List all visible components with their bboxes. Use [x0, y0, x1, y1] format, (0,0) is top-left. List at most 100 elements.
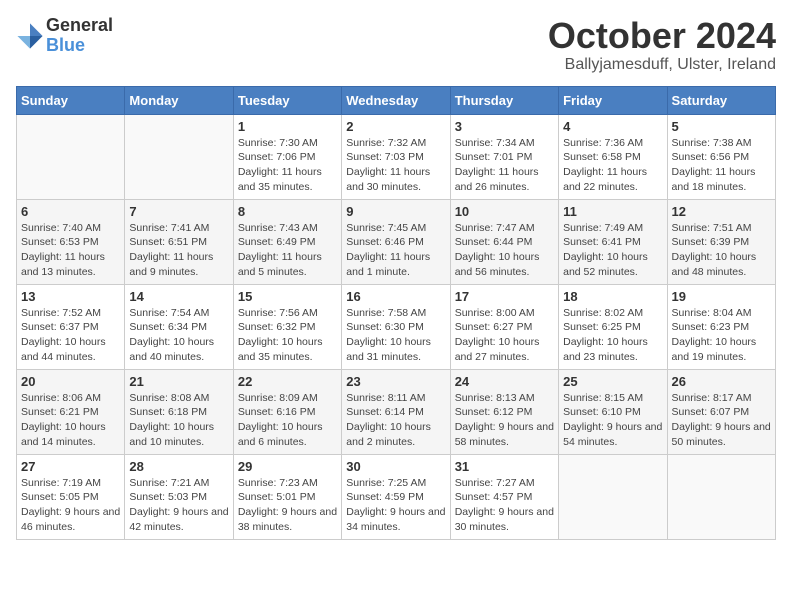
day-info: Sunrise: 8:11 AM Sunset: 6:14 PM Dayligh… — [346, 391, 445, 450]
calendar-cell — [17, 114, 125, 199]
day-info: Sunrise: 7:43 AM Sunset: 6:49 PM Dayligh… — [238, 221, 337, 280]
logo-icon — [16, 22, 44, 50]
calendar-cell: 17Sunrise: 8:00 AM Sunset: 6:27 PM Dayli… — [450, 284, 558, 369]
day-number: 9 — [346, 204, 445, 219]
day-number: 28 — [129, 459, 228, 474]
calendar-cell: 25 Sunrise: 8:15 AM Sunset: 6:10 PM Dayli… — [559, 369, 667, 454]
day-info: Sunrise: 7:23 AM Sunset: 5:01 PM Dayligh… — [238, 476, 337, 535]
calendar-cell: 18Sunrise: 8:02 AM Sunset: 6:25 PM Dayli… — [559, 284, 667, 369]
calendar-cell: 4Sunrise: 7:36 AM Sunset: 6:58 PM Daylig… — [559, 114, 667, 199]
title-area: October 2024 Ballyjamesduff, Ulster, Ire… — [548, 16, 776, 74]
day-info: Sunrise: 7:40 AM Sunset: 6:53 PM Dayligh… — [21, 221, 120, 280]
day-info: Sunrise: 8:15 AM Sunset: 6:10 PM Dayligh… — [563, 391, 662, 450]
day-number: 25 — [563, 374, 662, 389]
day-info: Sunrise: 7:45 AM Sunset: 6:46 PM Dayligh… — [346, 221, 445, 280]
calendar-cell: 29 Sunrise: 7:23 AM Sunset: 5:01 PM Dayli… — [233, 454, 341, 539]
calendar-cell: 6 Sunrise: 7:40 AM Sunset: 6:53 PM Daylig… — [17, 199, 125, 284]
day-number: 22 — [238, 374, 337, 389]
day-of-week-header: Wednesday — [342, 86, 450, 114]
logo-blue: Blue — [46, 36, 113, 56]
day-of-week-header: Tuesday — [233, 86, 341, 114]
day-info: Sunrise: 7:19 AM Sunset: 5:05 PM Dayligh… — [21, 476, 120, 535]
day-info: Sunrise: 7:52 AM Sunset: 6:37 PM Dayligh… — [21, 306, 120, 365]
day-info: Sunrise: 7:30 AM Sunset: 7:06 PM Dayligh… — [238, 136, 337, 195]
calendar-cell: 20Sunrise: 8:06 AM Sunset: 6:21 PM Dayli… — [17, 369, 125, 454]
calendar-header-row: SundayMondayTuesdayWednesdayThursdayFrid… — [17, 86, 776, 114]
day-of-week-header: Friday — [559, 86, 667, 114]
day-number: 18 — [563, 289, 662, 304]
logo-text: General Blue — [46, 16, 113, 56]
calendar-cell: 14Sunrise: 7:54 AM Sunset: 6:34 PM Dayli… — [125, 284, 233, 369]
day-number: 15 — [238, 289, 337, 304]
calendar-table: SundayMondayTuesdayWednesdayThursdayFrid… — [16, 86, 776, 540]
day-number: 6 — [21, 204, 120, 219]
day-info: Sunrise: 7:32 AM Sunset: 7:03 PM Dayligh… — [346, 136, 445, 195]
day-info: Sunrise: 8:09 AM Sunset: 6:16 PM Dayligh… — [238, 391, 337, 450]
calendar-cell: 31 Sunrise: 7:27 AM Sunset: 4:57 PM Dayli… — [450, 454, 558, 539]
day-number: 7 — [129, 204, 228, 219]
day-number: 30 — [346, 459, 445, 474]
calendar-cell: 30Sunrise: 7:25 AM Sunset: 4:59 PM Dayli… — [342, 454, 450, 539]
calendar-week-row: 27Sunrise: 7:19 AM Sunset: 5:05 PM Dayli… — [17, 454, 776, 539]
calendar-cell — [559, 454, 667, 539]
day-number: 31 — [455, 459, 554, 474]
calendar-cell: 11Sunrise: 7:49 AM Sunset: 6:41 PM Dayli… — [559, 199, 667, 284]
calendar-cell: 16 Sunrise: 7:58 AM Sunset: 6:30 PM Dayli… — [342, 284, 450, 369]
day-number: 29 — [238, 459, 337, 474]
calendar-cell: 23 Sunrise: 8:11 AM Sunset: 6:14 PM Dayli… — [342, 369, 450, 454]
day-of-week-header: Monday — [125, 86, 233, 114]
calendar-cell: 24 Sunrise: 8:13 AM Sunset: 6:12 PM Dayli… — [450, 369, 558, 454]
logo-area: General Blue — [16, 16, 113, 56]
calendar-cell: 5Sunrise: 7:38 AM Sunset: 6:56 PM Daylig… — [667, 114, 775, 199]
day-info: Sunrise: 7:47 AM Sunset: 6:44 PM Dayligh… — [455, 221, 554, 280]
day-number: 4 — [563, 119, 662, 134]
day-info: Sunrise: 8:13 AM Sunset: 6:12 PM Dayligh… — [455, 391, 554, 450]
day-number: 23 — [346, 374, 445, 389]
calendar-week-row: 1 Sunrise: 7:30 AM Sunset: 7:06 PM Daylig… — [17, 114, 776, 199]
calendar-cell: 10 Sunrise: 7:47 AM Sunset: 6:44 PM Dayli… — [450, 199, 558, 284]
day-number: 1 — [238, 119, 337, 134]
day-info: Sunrise: 7:56 AM Sunset: 6:32 PM Dayligh… — [238, 306, 337, 365]
day-info: Sunrise: 7:34 AM Sunset: 7:01 PM Dayligh… — [455, 136, 554, 195]
calendar-cell: 12Sunrise: 7:51 AM Sunset: 6:39 PM Dayli… — [667, 199, 775, 284]
day-number: 14 — [129, 289, 228, 304]
calendar-cell: 9 Sunrise: 7:45 AM Sunset: 6:46 PM Daylig… — [342, 199, 450, 284]
calendar-week-row: 20Sunrise: 8:06 AM Sunset: 6:21 PM Dayli… — [17, 369, 776, 454]
day-info: Sunrise: 8:04 AM Sunset: 6:23 PM Dayligh… — [672, 306, 771, 365]
calendar-cell: 3 Sunrise: 7:34 AM Sunset: 7:01 PM Daylig… — [450, 114, 558, 199]
day-info: Sunrise: 8:00 AM Sunset: 6:27 PM Dayligh… — [455, 306, 554, 365]
day-of-week-header: Sunday — [17, 86, 125, 114]
calendar-cell: 13Sunrise: 7:52 AM Sunset: 6:37 PM Dayli… — [17, 284, 125, 369]
day-info: Sunrise: 7:38 AM Sunset: 6:56 PM Dayligh… — [672, 136, 771, 195]
calendar-cell: 15 Sunrise: 7:56 AM Sunset: 6:32 PM Dayli… — [233, 284, 341, 369]
calendar-cell: 28Sunrise: 7:21 AM Sunset: 5:03 PM Dayli… — [125, 454, 233, 539]
day-info: Sunrise: 8:06 AM Sunset: 6:21 PM Dayligh… — [21, 391, 120, 450]
day-number: 10 — [455, 204, 554, 219]
calendar-week-row: 6 Sunrise: 7:40 AM Sunset: 6:53 PM Daylig… — [17, 199, 776, 284]
day-info: Sunrise: 7:51 AM Sunset: 6:39 PM Dayligh… — [672, 221, 771, 280]
calendar-week-row: 13Sunrise: 7:52 AM Sunset: 6:37 PM Dayli… — [17, 284, 776, 369]
day-of-week-header: Saturday — [667, 86, 775, 114]
month-title: October 2024 — [548, 16, 776, 56]
calendar-cell: 1 Sunrise: 7:30 AM Sunset: 7:06 PM Daylig… — [233, 114, 341, 199]
day-number: 24 — [455, 374, 554, 389]
calendar-cell: 7 Sunrise: 7:41 AM Sunset: 6:51 PM Daylig… — [125, 199, 233, 284]
day-info: Sunrise: 7:41 AM Sunset: 6:51 PM Dayligh… — [129, 221, 228, 280]
calendar-cell — [125, 114, 233, 199]
day-info: Sunrise: 7:49 AM Sunset: 6:41 PM Dayligh… — [563, 221, 662, 280]
calendar-cell: 2 Sunrise: 7:32 AM Sunset: 7:03 PM Daylig… — [342, 114, 450, 199]
day-number: 16 — [346, 289, 445, 304]
day-number: 21 — [129, 374, 228, 389]
day-info: Sunrise: 7:58 AM Sunset: 6:30 PM Dayligh… — [346, 306, 445, 365]
calendar-cell: 19Sunrise: 8:04 AM Sunset: 6:23 PM Dayli… — [667, 284, 775, 369]
day-info: Sunrise: 7:27 AM Sunset: 4:57 PM Dayligh… — [455, 476, 554, 535]
day-number: 8 — [238, 204, 337, 219]
calendar-cell: 22 Sunrise: 8:09 AM Sunset: 6:16 PM Dayli… — [233, 369, 341, 454]
header: General Blue October 2024 Ballyjamesduff… — [16, 16, 776, 74]
calendar-cell: 8 Sunrise: 7:43 AM Sunset: 6:49 PM Daylig… — [233, 199, 341, 284]
calendar-body: 1 Sunrise: 7:30 AM Sunset: 7:06 PM Daylig… — [17, 114, 776, 539]
day-number: 3 — [455, 119, 554, 134]
day-info: Sunrise: 8:17 AM Sunset: 6:07 PM Dayligh… — [672, 391, 771, 450]
day-number: 2 — [346, 119, 445, 134]
day-info: Sunrise: 8:08 AM Sunset: 6:18 PM Dayligh… — [129, 391, 228, 450]
